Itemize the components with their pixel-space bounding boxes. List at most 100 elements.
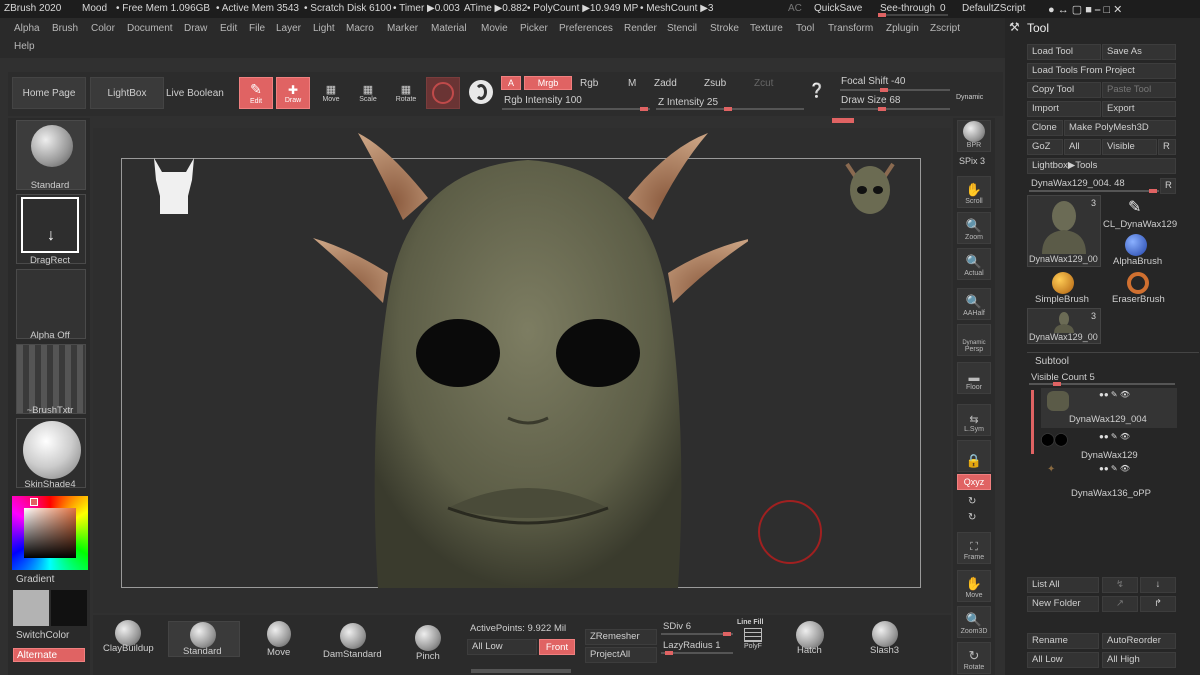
zremesher-button[interactable]: ZRemesher xyxy=(585,629,657,645)
zoom3d-button[interactable]: 🔍 Zoom3D xyxy=(957,606,991,638)
menu-transform[interactable]: Transform xyxy=(828,23,873,34)
tool-thumb-alphabrush-label[interactable]: AlphaBrush xyxy=(1113,256,1162,267)
menu-tool[interactable]: Tool xyxy=(796,23,814,34)
menu-render[interactable]: Render xyxy=(624,23,657,34)
menu-material[interactable]: Material xyxy=(431,23,467,34)
color-cursor[interactable] xyxy=(30,498,38,506)
slash3-label[interactable]: Slash3 xyxy=(870,645,899,656)
default-zscript[interactable]: DefaultZScript xyxy=(962,3,1025,14)
copy-tool-button[interactable]: Copy Tool xyxy=(1027,82,1101,98)
z-intensity-label[interactable]: Z Intensity 25 xyxy=(658,97,718,108)
frame-button[interactable]: ⛶ Frame xyxy=(957,532,991,564)
make-polymesh-button[interactable]: Make PolyMesh3D xyxy=(1064,120,1176,136)
a-button[interactable]: A xyxy=(501,76,521,90)
lightbox-button[interactable]: LightBox xyxy=(90,77,164,109)
window-icons[interactable]: ● ↔ ▢ ■ ⎯ □ ✕ xyxy=(1048,3,1122,17)
pinch-label[interactable]: Pinch xyxy=(416,651,440,662)
zoom-button[interactable]: 🔍 Zoom xyxy=(957,212,991,244)
floor-button[interactable]: ▬ Floor xyxy=(957,362,991,394)
damstandard-icon[interactable] xyxy=(340,623,366,649)
menu-preferences[interactable]: Preferences xyxy=(559,23,613,34)
import-button[interactable]: Import xyxy=(1027,101,1101,117)
color-picker[interactable] xyxy=(12,496,88,570)
menu-zscript[interactable]: Zscript xyxy=(930,23,960,34)
move-brush-icon[interactable] xyxy=(267,621,291,647)
menu-marker[interactable]: Marker xyxy=(387,23,418,34)
save-as-button[interactable]: Save As xyxy=(1102,44,1176,60)
move-brush-label[interactable]: Move xyxy=(267,647,290,658)
hatch-label[interactable]: Hatch xyxy=(797,645,822,656)
alpha-thumbnail[interactable] xyxy=(16,269,86,339)
draw-size-slider[interactable] xyxy=(840,107,950,111)
material-thumbnail[interactable] xyxy=(16,418,86,488)
color-square[interactable] xyxy=(24,508,76,558)
draw-size-label[interactable]: Draw Size 68 xyxy=(841,95,900,106)
menu-stroke[interactable]: Stroke xyxy=(710,23,739,34)
bpr-button[interactable]: BPR xyxy=(957,120,991,152)
stroke-thumbnail[interactable]: ↓ xyxy=(16,194,86,264)
shelf-scrollbar[interactable] xyxy=(471,669,571,673)
stroke-icon[interactable]: ❔ xyxy=(808,82,830,106)
move-down-button[interactable]: ↓ xyxy=(1140,577,1176,593)
creature-head-model[interactable] xyxy=(308,128,753,613)
actual-button[interactable]: 🔍 Actual xyxy=(957,248,991,280)
r-button[interactable]: R xyxy=(1158,139,1176,155)
scroll-button[interactable]: ✋ Scroll xyxy=(957,176,991,208)
new-folder-button[interactable]: New Folder xyxy=(1027,596,1099,612)
visible-count-label[interactable]: Visible Count 5 xyxy=(1031,372,1095,383)
paste-tool-button[interactable]: Paste Tool xyxy=(1102,82,1176,98)
menu-light[interactable]: Light xyxy=(313,23,335,34)
menu-stencil[interactable]: Stencil xyxy=(667,23,697,34)
subtool-visibility-icons[interactable]: ●● ✎ 👁 xyxy=(1099,390,1130,399)
all-high-button[interactable]: All High xyxy=(1102,652,1176,668)
focal-shift-label[interactable]: Focal Shift -40 xyxy=(841,76,905,87)
persp-button[interactable]: Dynamic Persp xyxy=(957,324,991,356)
tool-thumb-dynawax-2[interactable]: 3 DynaWax129_00 xyxy=(1027,308,1101,344)
menu-layer[interactable]: Layer xyxy=(276,23,301,34)
menu-macro[interactable]: Macro xyxy=(346,23,374,34)
menu-edit[interactable]: Edit xyxy=(220,23,237,34)
scale-button[interactable]: ▦ Scale xyxy=(351,77,385,109)
m-button[interactable]: M xyxy=(628,78,636,89)
menu-document[interactable]: Document xyxy=(127,23,173,34)
folder-out-button[interactable]: ↱ xyxy=(1140,596,1176,612)
menu-file[interactable]: File xyxy=(249,23,265,34)
rename-button[interactable]: Rename xyxy=(1027,633,1099,649)
export-button[interactable]: Export xyxy=(1102,101,1176,117)
rotate-button[interactable]: ▦ Rotate xyxy=(389,77,423,109)
menu-color[interactable]: Color xyxy=(91,23,115,34)
menu-draw[interactable]: Draw xyxy=(184,23,207,34)
clone-button[interactable]: Clone xyxy=(1027,120,1063,136)
mrgb-button[interactable]: Mrgb xyxy=(524,76,572,90)
zcut-button[interactable]: Zcut xyxy=(754,78,773,89)
texture-thumbnail[interactable] xyxy=(16,344,86,414)
aahalf-button[interactable]: 🔍 AAHalf xyxy=(957,288,991,320)
sdiv-label[interactable]: SDiv 6 xyxy=(663,621,691,632)
zadd-button[interactable]: Zadd xyxy=(654,78,677,89)
all-low-button[interactable]: All Low xyxy=(1027,652,1099,668)
sdiv-slider[interactable] xyxy=(661,632,733,636)
quicksave-button[interactable]: QuickSave xyxy=(814,3,862,14)
live-boolean-button[interactable]: Live Boolean xyxy=(166,88,224,99)
zsub-button[interactable]: Zsub xyxy=(704,78,726,89)
material-sphere-button[interactable] xyxy=(426,77,460,109)
lsym-button[interactable]: ⇆ L.Sym xyxy=(957,404,991,436)
folder-arrow-button[interactable]: ↗ xyxy=(1102,596,1138,612)
polyframe-icon[interactable] xyxy=(744,628,762,642)
move-up-button[interactable]: ↯ xyxy=(1102,577,1138,593)
load-tools-from-project-button[interactable]: Load Tools From Project xyxy=(1027,63,1176,79)
menu-alpha[interactable]: Alpha xyxy=(14,23,40,34)
all-button[interactable]: All xyxy=(1064,139,1101,155)
menu-brush[interactable]: Brush xyxy=(52,23,78,34)
standard-brush-button[interactable]: Standard xyxy=(168,621,240,657)
lock-button[interactable]: 🔒 xyxy=(957,440,991,472)
subtool-row[interactable]: ⬤⬤ ●● ✎ 👁 DynaWax129 xyxy=(1041,432,1177,462)
edit-button[interactable]: ✎ Edit xyxy=(239,77,273,109)
mood-label[interactable]: Mood xyxy=(82,3,107,14)
visible-count-slider[interactable] xyxy=(1029,382,1175,386)
tool-thumb-cl-label[interactable]: CL_DynaWax129 xyxy=(1103,219,1177,230)
list-all-button[interactable]: List All xyxy=(1027,577,1099,593)
lazyradius-label[interactable]: LazyRadius 1 xyxy=(663,640,721,651)
z-intensity-slider[interactable] xyxy=(656,107,804,111)
subtool-row-selected[interactable]: ●● ✎ 👁 DynaWax129_004 xyxy=(1041,388,1177,428)
